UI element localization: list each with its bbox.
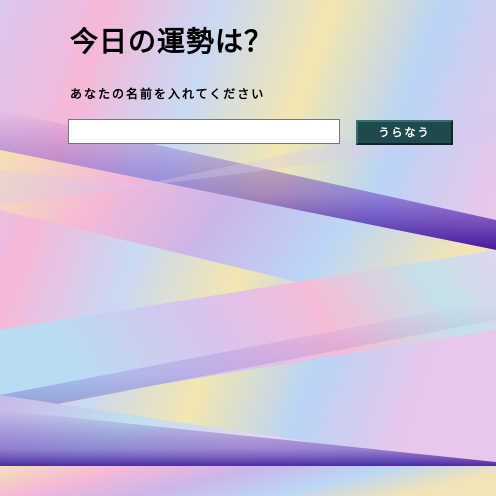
name-prompt-label: あなたの名前を入れてください bbox=[70, 87, 266, 101]
name-input[interactable] bbox=[68, 119, 340, 144]
page-title: 今日の運勢は？ bbox=[70, 25, 274, 58]
holographic-background bbox=[0, 0, 496, 496]
fortune-button[interactable]: うらなう bbox=[356, 120, 453, 145]
